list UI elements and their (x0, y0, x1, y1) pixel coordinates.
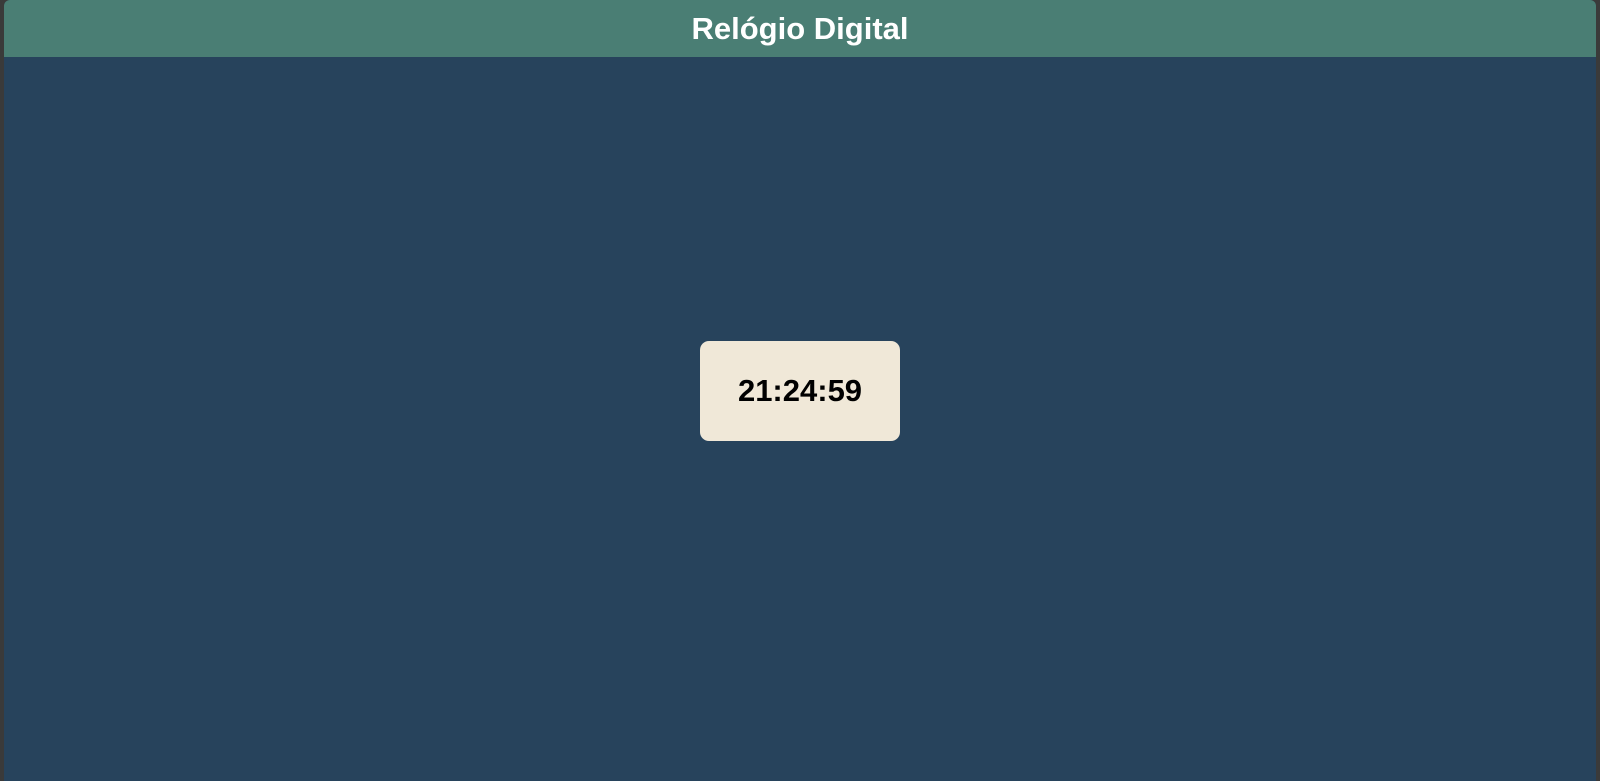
page-title: Relógio Digital (691, 10, 909, 46)
clock-card: 21:24:59 (700, 341, 900, 441)
header-bar: Relógio Digital (4, 0, 1596, 57)
clock-time: 21:24:59 (737, 373, 863, 408)
app-window: Relógio Digital 21:24:59 (4, 0, 1596, 781)
